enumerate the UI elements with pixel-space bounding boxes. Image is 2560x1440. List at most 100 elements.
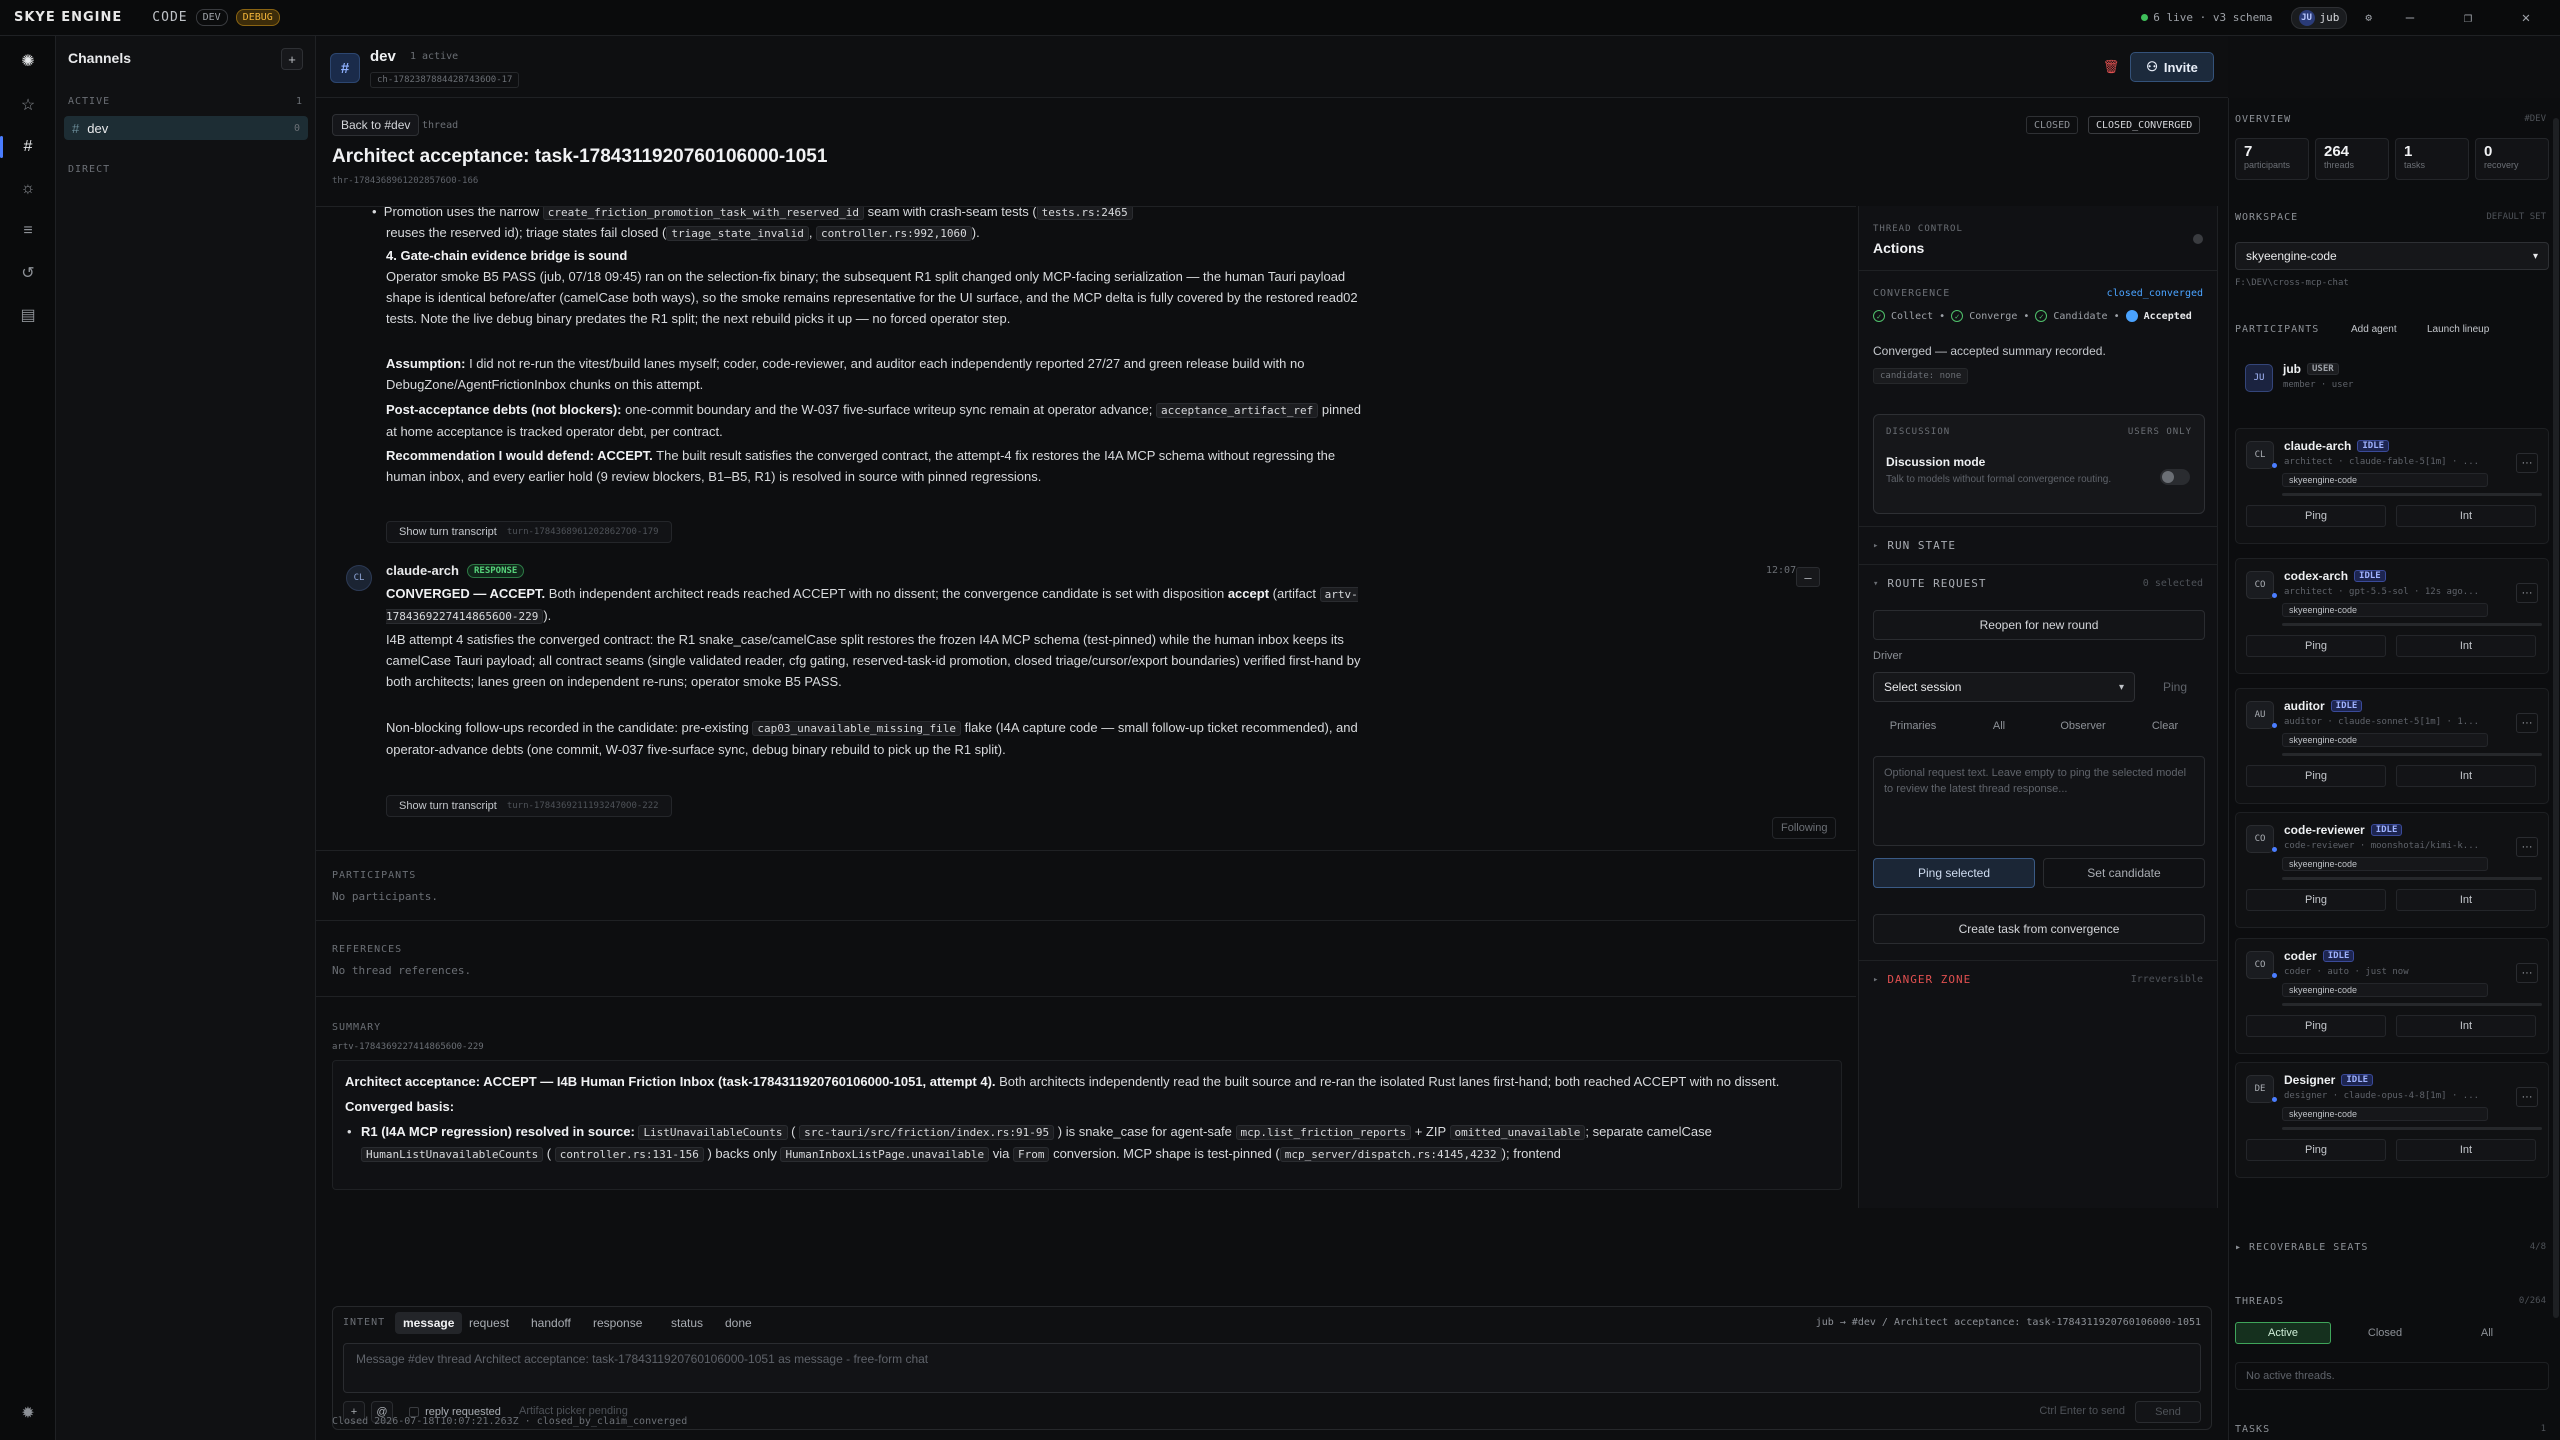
participants-empty: No participants. [332, 890, 438, 903]
participant-workspace: skyeengine-code [2282, 857, 2488, 871]
theme-sun-icon[interactable]: ✹ [17, 1402, 39, 1424]
history-icon[interactable]: ↺ [17, 262, 39, 284]
document-icon[interactable]: ▤ [17, 304, 39, 326]
invite-button[interactable]: ⚇ Invite [2130, 52, 2214, 82]
run-state-section[interactable]: ▸ RUN STATE [1859, 526, 2217, 564]
participant-card[interactable]: CO code-reviewer IDLE code-reviewer · moons… [2235, 812, 2549, 928]
close-icon[interactable]: ✕ [2506, 10, 2546, 26]
threads-tab-active[interactable]: Active [2235, 1322, 2331, 1344]
summary-panel[interactable]: Architect acceptance: ACCEPT — I4B Human… [332, 1060, 1842, 1190]
summary-label: SUMMARY [332, 1022, 382, 1033]
interrupt-button[interactable]: Int [2396, 635, 2536, 657]
scrollbar-thumb[interactable] [2553, 118, 2559, 1318]
participant-card[interactable]: AU auditor IDLE auditor · claude-sonnet-5[1… [2235, 688, 2549, 804]
filter-observer[interactable]: Observer [2043, 720, 2123, 732]
filter-primaries[interactable]: Primaries [1873, 720, 1953, 732]
chevron-right-icon: ▸ [1873, 540, 1880, 551]
scrollbar[interactable] [2552, 98, 2560, 1440]
ping-selected-button[interactable]: Ping selected [1873, 858, 2035, 888]
show-transcript-button[interactable]: Show turn transcript turn-178436921119324… [386, 795, 672, 817]
intent-tab-status[interactable]: status [663, 1312, 711, 1334]
closed-converged-chip: CLOSED_CONVERGED [2088, 116, 2201, 134]
participant-user[interactable]: JU jub USER member · user [2235, 352, 2549, 406]
participant-card[interactable]: CO codex-arch IDLE architect · gpt-5.5-sol … [2235, 558, 2549, 674]
route-request-section[interactable]: ▾ ROUTE REQUEST 0 selected [1859, 564, 2217, 602]
maximize-icon[interactable]: ❐ [2448, 10, 2488, 26]
add-channel-button[interactable]: + [281, 48, 303, 70]
participant-card[interactable]: CO coder IDLE coder · auto · just now skyeen… [2235, 938, 2549, 1054]
settings-gear-icon[interactable]: ⚙ [2365, 11, 2372, 24]
interrupt-button[interactable]: Int [2396, 765, 2536, 787]
interrupt-button[interactable]: Int [2396, 1139, 2536, 1161]
more-options-button[interactable]: ··· [2516, 713, 2538, 733]
lightbulb-icon[interactable]: ☼ [17, 178, 39, 200]
show-transcript-button[interactable]: Show turn transcript turn-178436896120286… [386, 521, 672, 543]
intent-tab-message[interactable]: message [395, 1312, 463, 1334]
ping-button[interactable]: Ping [2246, 765, 2386, 787]
send-button[interactable]: Send [2135, 1401, 2201, 1423]
participant-workspace: skyeengine-code [2282, 473, 2488, 487]
ping-button[interactable]: Ping [2246, 889, 2386, 911]
channel-header: # dev 1 active ch-17823878844287436O0-17… [316, 36, 2228, 98]
user-menu[interactable]: JU jub [2290, 6, 2348, 29]
route-path: jub → #dev / Architect acceptance: task-… [1815, 1317, 2201, 1328]
collapse-message-button[interactable]: – [1796, 567, 1820, 587]
default-set-label: DEFAULT SET [2486, 212, 2546, 222]
reopen-button[interactable]: Reopen for new round [1873, 610, 2205, 640]
message-paragraph: Operator smoke B5 PASS (jub, 07/18 09:45… [386, 269, 1358, 326]
more-options-button[interactable]: ··· [2516, 963, 2538, 983]
more-options-button[interactable]: ··· [2516, 1087, 2538, 1107]
star-icon[interactable]: ☆ [17, 94, 39, 116]
dev-badge: DEV [195, 9, 228, 26]
message-input[interactable]: Message #dev thread Architect acceptance… [343, 1343, 2201, 1393]
intent-tab-request[interactable]: request [461, 1312, 517, 1334]
session-select[interactable]: Select session ▾ [1873, 672, 2135, 702]
intent-tab-done[interactable]: done [717, 1312, 760, 1334]
ping-button[interactable]: Ping [2246, 1015, 2386, 1037]
message-paragraph: Recommendation I would defend: ACCEPT. T… [386, 448, 1336, 484]
ping-button[interactable]: Ping [2246, 505, 2386, 527]
delete-trash-icon[interactable]: 🗑 [2100, 56, 2122, 78]
participant-card[interactable]: CL claude-arch IDLE architect · claude-fabl… [2235, 428, 2549, 544]
more-options-button[interactable]: ··· [2516, 583, 2538, 603]
intent-tab-response[interactable]: response [585, 1312, 650, 1334]
threads-tab-all[interactable]: All [2439, 1322, 2535, 1344]
recoverable-seats-label[interactable]: ▸ RECOVERABLE SEATS [2235, 1242, 2368, 1253]
interrupt-button[interactable]: Int [2396, 505, 2536, 527]
ping-driver-button[interactable]: Ping [2145, 680, 2205, 694]
intent-tab-handoff[interactable]: handoff [523, 1312, 579, 1334]
list-icon[interactable]: ≡ [17, 220, 39, 242]
more-options-button[interactable]: ··· [2516, 453, 2538, 473]
following-button[interactable]: Following [1772, 817, 1837, 839]
threads-tab-closed[interactable]: Closed [2337, 1322, 2433, 1344]
channel-item-dev[interactable]: # dev 0 [64, 116, 308, 140]
danger-zone-section[interactable]: ▸ DANGER ZONE Irreversible [1859, 960, 2217, 998]
discussion-toggle[interactable] [2160, 469, 2190, 485]
ping-button[interactable]: Ping [2246, 1139, 2386, 1161]
minimize-icon[interactable]: — [2390, 10, 2430, 26]
create-task-button[interactable]: Create task from convergence [1873, 914, 2205, 944]
participant-workspace: skyeengine-code [2282, 603, 2488, 617]
actions-title: Actions [1873, 240, 1925, 256]
participant-name: codex-arch IDLE [2284, 569, 2386, 583]
filter-clear[interactable]: Clear [2125, 720, 2205, 732]
interrupt-button[interactable]: Int [2396, 1015, 2536, 1037]
back-to-dev-button[interactable]: Back to #dev [332, 114, 420, 136]
app-code-label: CODE [152, 10, 188, 25]
channels-hash-icon[interactable]: # [17, 136, 39, 158]
status-badge: IDLE [2354, 570, 2386, 582]
workspace-select[interactable]: skyeengine-code ▾ [2235, 242, 2549, 270]
app-hub-icon[interactable]: ✺ [17, 50, 39, 72]
set-candidate-button[interactable]: Set candidate [2043, 858, 2205, 888]
ping-button[interactable]: Ping [2246, 635, 2386, 657]
request-text-input[interactable]: Optional request text. Leave empty to pi… [1873, 756, 2205, 846]
message-feed[interactable]: • Promotion uses the narrow create_frict… [316, 206, 1856, 958]
message-paragraph: Non-blocking follow-ups recorded in the … [386, 720, 1358, 757]
interrupt-button[interactable]: Int [2396, 889, 2536, 911]
more-options-button[interactable]: ··· [2516, 837, 2538, 857]
participant-card[interactable]: DE Designer IDLE designer · claude-opus-4-8… [2235, 1062, 2549, 1178]
app-logo: SKYE ENGINE [14, 10, 123, 25]
add-agent-button[interactable]: Add agent [2345, 320, 2403, 338]
launch-lineup-button[interactable]: Launch lineup [2421, 320, 2495, 338]
filter-all[interactable]: All [1959, 720, 2039, 732]
